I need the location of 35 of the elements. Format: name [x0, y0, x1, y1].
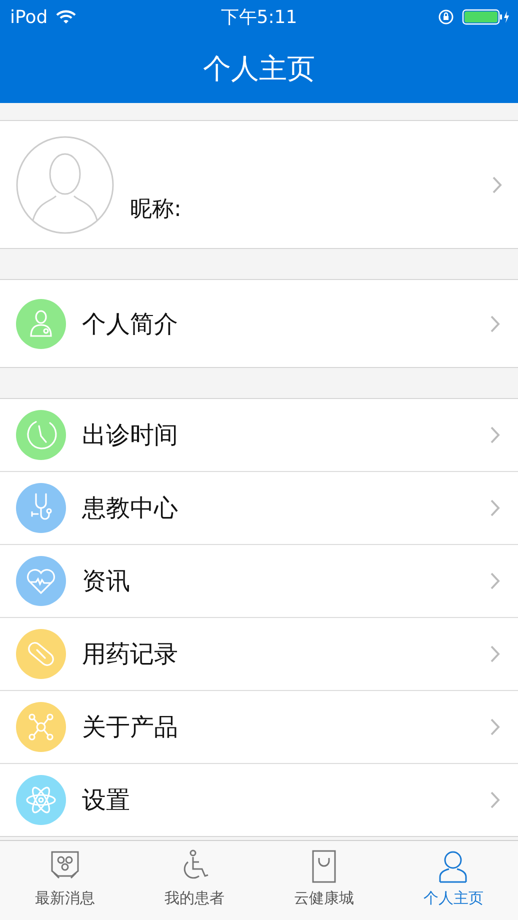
page-title: 个人主页 — [203, 50, 315, 86]
menu-label: 患教中心 — [82, 493, 179, 524]
carrier-name: iPod — [10, 6, 48, 28]
menu-item[interactable]: 关于产品 — [0, 690, 518, 763]
chevron-icon — [490, 314, 500, 332]
profile-row[interactable]: 昵称: — [0, 120, 518, 249]
menu-label: 设置 — [82, 785, 131, 816]
menu-label: 关于产品 — [82, 712, 179, 743]
tab[interactable]: 个人主页 — [388, 841, 518, 920]
menu-item[interactable]: 资讯 — [0, 544, 518, 617]
chevron-icon — [490, 645, 500, 663]
chevron-icon — [490, 499, 500, 517]
avatar-icon — [16, 136, 114, 234]
status-time: 下午5:11 — [220, 6, 298, 29]
menu-item[interactable]: 用药记录 — [0, 617, 518, 690]
battery-icon — [462, 9, 510, 25]
chevron-icon — [492, 176, 502, 194]
wifi-icon — [56, 10, 76, 24]
menu-item[interactable]: 出诊时间 — [0, 399, 518, 471]
chevron-icon — [490, 426, 500, 444]
menu-item[interactable]: 个人简介 — [0, 280, 518, 367]
menu-label: 资讯 — [82, 566, 131, 597]
chevron-icon — [490, 791, 500, 809]
rotation-lock-icon — [438, 9, 454, 25]
nickname-label: 昵称: — [130, 196, 182, 224]
menu-label: 个人简介 — [82, 308, 179, 340]
menu-label: 用药记录 — [82, 639, 179, 670]
chevron-icon — [490, 718, 500, 736]
menu-label: 出诊时间 — [82, 420, 179, 451]
tab[interactable]: 最新消息 — [0, 841, 130, 920]
menu-item[interactable]: 设置 — [0, 763, 518, 836]
menu-item[interactable]: 患教中心 — [0, 471, 518, 544]
tab[interactable]: 我的患者 — [130, 841, 259, 920]
chevron-icon — [490, 572, 500, 590]
tab[interactable]: 云健康城 — [259, 841, 388, 920]
